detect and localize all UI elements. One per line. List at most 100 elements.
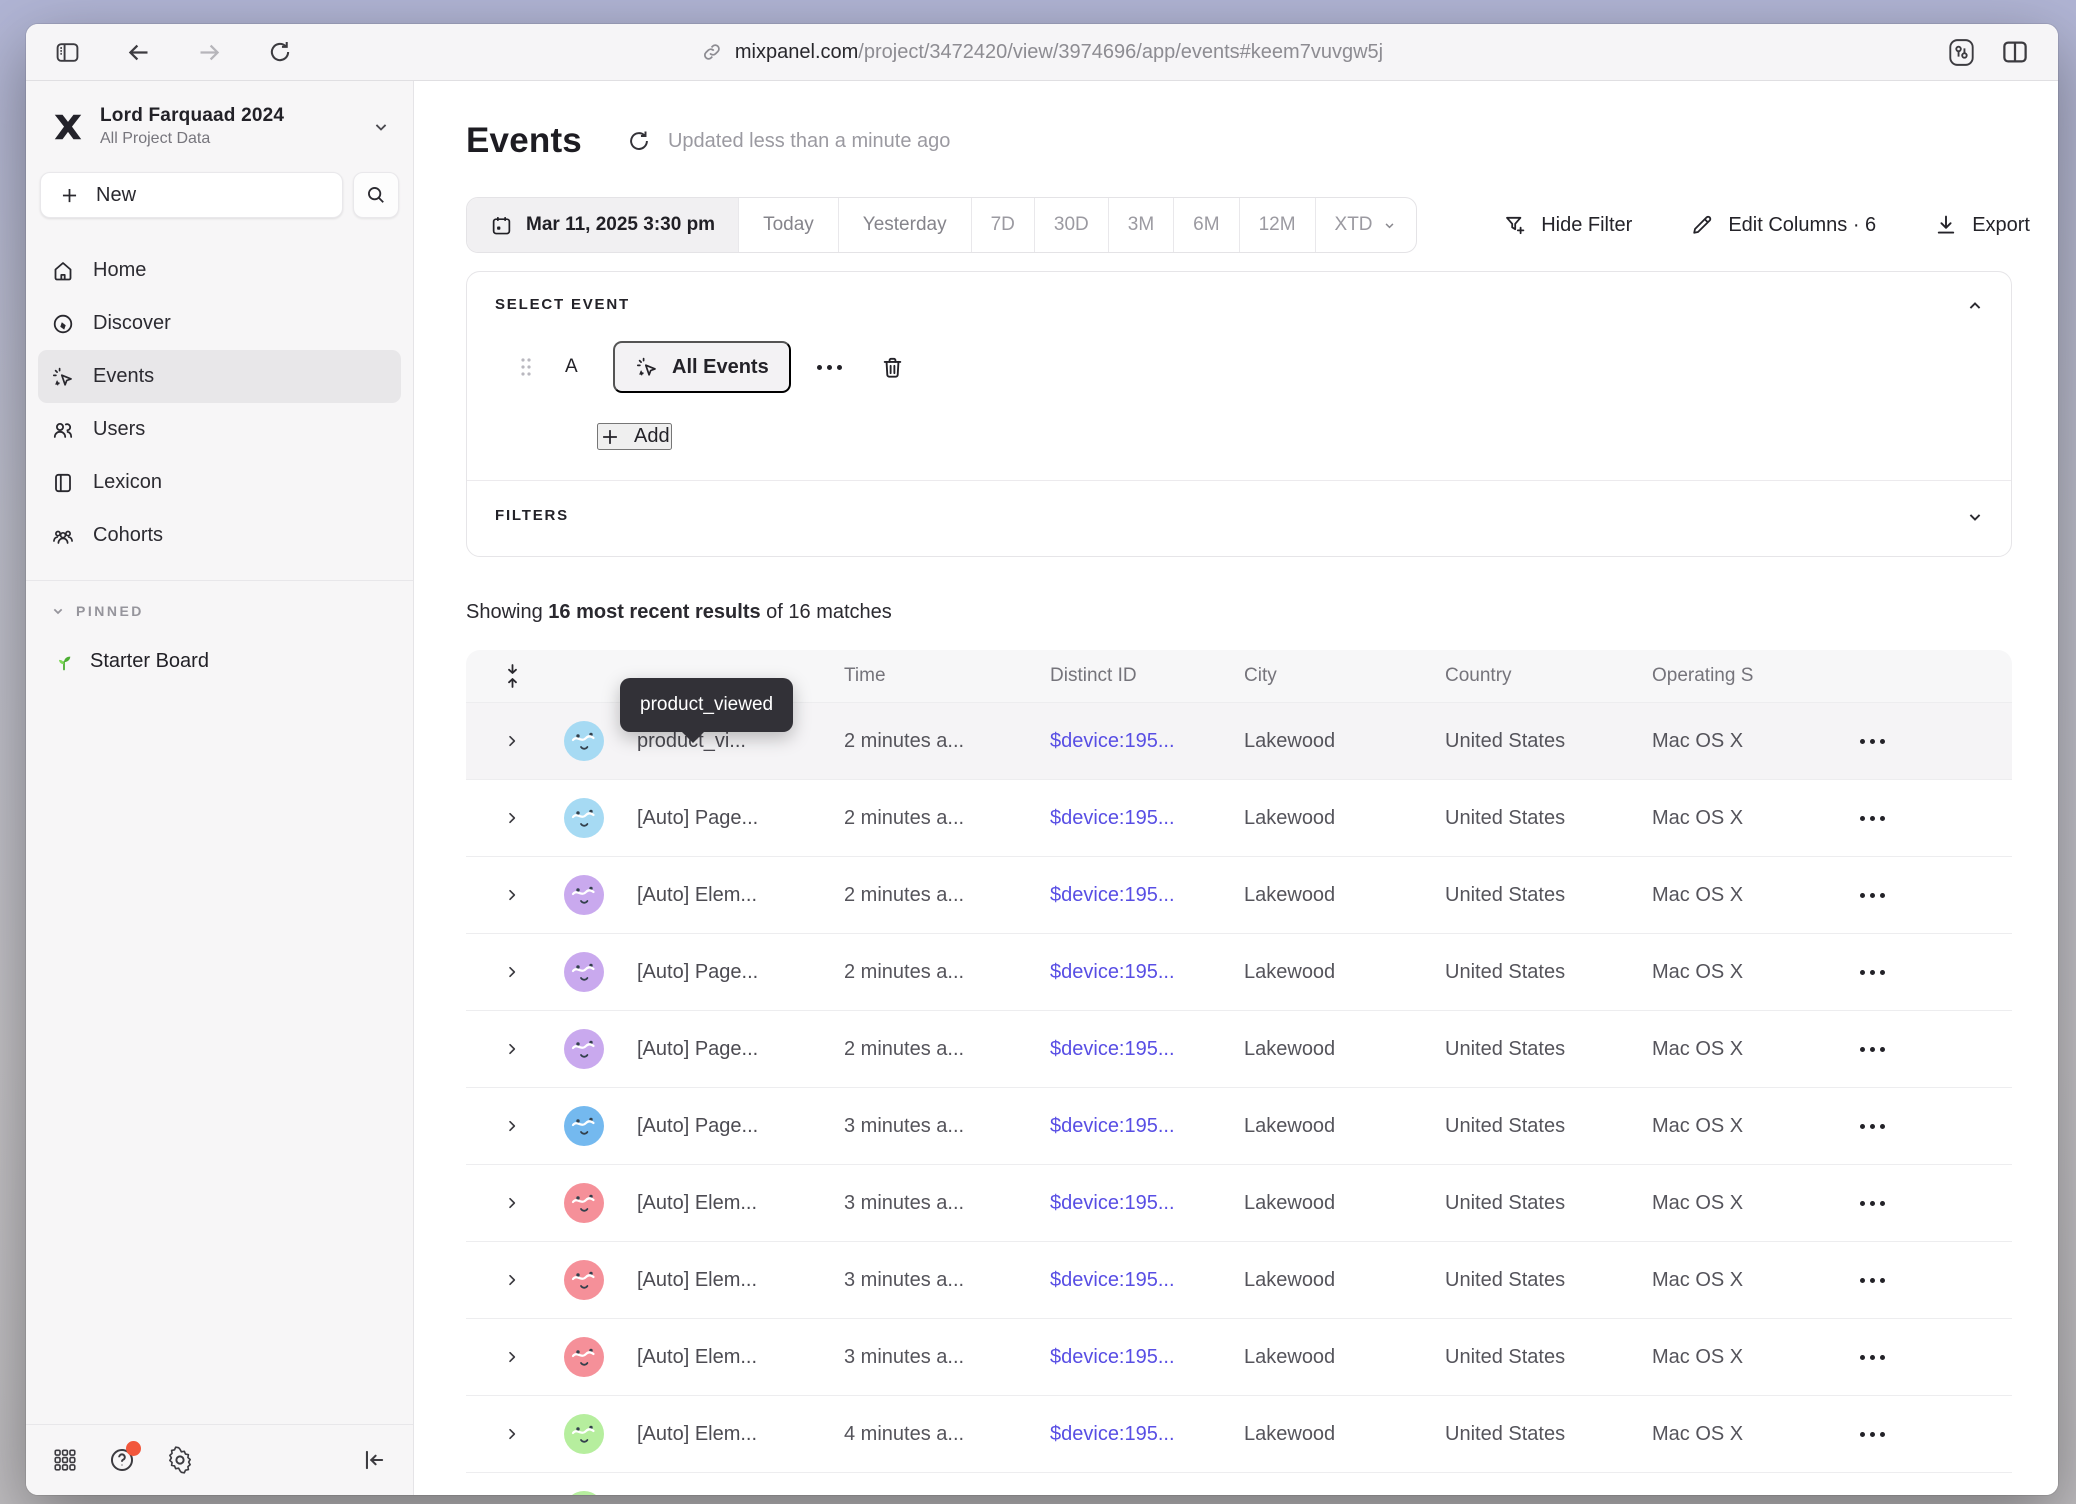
expand-row-icon[interactable]: [482, 1118, 542, 1134]
expand-row-icon[interactable]: [482, 1195, 542, 1211]
event-os: Mac OS X: [1626, 1423, 1812, 1446]
column-header-time[interactable]: Time: [818, 665, 1024, 687]
address-bar[interactable]: mixpanel.com/project/3472420/view/397469…: [701, 24, 1383, 80]
distinct-id-link[interactable]: $device:195...: [1024, 884, 1218, 907]
row-actions-icon[interactable]: [1812, 893, 1932, 898]
expand-row-icon[interactable]: [482, 1349, 542, 1365]
table-row[interactable]: [Auto] Elem... 3 minutes a... $device:19…: [466, 1164, 2012, 1241]
table-row[interactable]: [466, 1472, 2012, 1495]
reload-icon[interactable]: [267, 39, 293, 65]
settings-gear-icon[interactable]: [166, 1446, 194, 1474]
collapse-rows-icon[interactable]: [482, 663, 542, 689]
column-header-city[interactable]: City: [1218, 665, 1419, 687]
table-row[interactable]: [Auto] Elem... 3 minutes a... $device:19…: [466, 1241, 2012, 1318]
sidebar-item-events[interactable]: Events: [38, 350, 401, 403]
search-button[interactable]: [353, 172, 399, 218]
distinct-id-link[interactable]: $device:195...: [1024, 1038, 1218, 1061]
table-row[interactable]: [Auto] Elem... 4 minutes a... $device:19…: [466, 1395, 2012, 1472]
event-country: United States: [1419, 1423, 1626, 1446]
table-row[interactable]: [Auto] Page... 2 minutes a... $device:19…: [466, 933, 2012, 1010]
range-today[interactable]: Today: [739, 198, 839, 252]
trash-icon[interactable]: [880, 355, 905, 380]
row-actions-icon[interactable]: [1812, 1047, 1932, 1052]
expand-row-icon[interactable]: [482, 1426, 542, 1442]
event-name: [Auto] Elem...: [612, 1192, 818, 1215]
event-country: United States: [1419, 1192, 1626, 1215]
sidebar-item-cohorts[interactable]: Cohorts: [38, 509, 401, 562]
range-3m[interactable]: 3M: [1109, 198, 1174, 252]
expand-row-icon[interactable]: [482, 733, 542, 749]
row-actions-icon[interactable]: [1812, 1278, 1932, 1283]
range-6m[interactable]: 6M: [1174, 198, 1239, 252]
range-yesterday[interactable]: Yesterday: [839, 198, 972, 252]
distinct-id-link[interactable]: $device:195...: [1024, 807, 1218, 830]
row-actions-icon[interactable]: [1812, 816, 1932, 821]
export-button[interactable]: Export: [1934, 213, 2030, 237]
custom-date-segment[interactable]: Mar 11, 2025 3:30 pm: [467, 198, 739, 252]
sidebar-item-discover[interactable]: Discover: [38, 297, 401, 350]
expand-row-icon[interactable]: [482, 810, 542, 826]
distinct-id-link[interactable]: $device:195...: [1024, 730, 1218, 753]
range-30d[interactable]: 30D: [1035, 198, 1109, 252]
sidebar-item-home[interactable]: Home: [38, 244, 401, 297]
table-row[interactable]: [Auto] Elem... 3 minutes a... $device:19…: [466, 1318, 2012, 1395]
distinct-id-link[interactable]: $device:195...: [1024, 1269, 1218, 1292]
forward-icon[interactable]: [196, 39, 223, 66]
apps-grid-icon[interactable]: [52, 1447, 78, 1473]
collapse-sidebar-icon[interactable]: [361, 1447, 387, 1473]
chevron-up-icon[interactable]: [1965, 296, 1985, 316]
range-7d[interactable]: 7D: [972, 198, 1035, 252]
event-os: Mac OS X: [1626, 1115, 1812, 1138]
chevron-down-icon[interactable]: [1965, 507, 1985, 527]
add-label: Add: [634, 425, 670, 448]
table-row[interactable]: [Auto] Page... 2 minutes a... $device:19…: [466, 779, 2012, 856]
page-settings-icon[interactable]: [1945, 36, 1978, 69]
expand-row-icon[interactable]: [482, 887, 542, 903]
row-actions-icon[interactable]: [1812, 1201, 1932, 1206]
sidebar-toggle-icon[interactable]: [54, 39, 81, 66]
more-options-icon[interactable]: [817, 365, 842, 370]
distinct-id-link[interactable]: $device:195...: [1024, 1192, 1218, 1215]
refresh-icon[interactable]: [626, 128, 652, 154]
column-header-distinct-id[interactable]: Distinct ID: [1024, 665, 1218, 687]
expand-row-icon[interactable]: [482, 964, 542, 980]
add-event-button[interactable]: Add: [597, 423, 672, 450]
row-actions-icon[interactable]: [1812, 1355, 1932, 1360]
distinct-id-link[interactable]: $device:195...: [1024, 1423, 1218, 1446]
filters-section: FILTERS: [467, 481, 2011, 556]
row-actions-icon[interactable]: [1812, 739, 1932, 744]
event-time: 2 minutes a...: [818, 1038, 1024, 1061]
column-header-country[interactable]: Country: [1419, 665, 1626, 687]
sidebar-item-lexicon[interactable]: Lexicon: [38, 456, 401, 509]
event-country: United States: [1419, 961, 1626, 984]
expand-row-icon[interactable]: [482, 1041, 542, 1057]
distinct-id-link[interactable]: $device:195...: [1024, 961, 1218, 984]
back-icon[interactable]: [125, 39, 152, 66]
row-actions-icon[interactable]: [1812, 970, 1932, 975]
column-header-os[interactable]: Operating S: [1626, 665, 1812, 687]
sidebar-item-starter-board[interactable]: Starter Board: [26, 619, 413, 673]
row-actions-icon[interactable]: [1812, 1432, 1932, 1437]
row-actions-icon[interactable]: [1812, 1124, 1932, 1129]
new-button[interactable]: New: [40, 172, 343, 218]
event-selector-chip[interactable]: All Events: [613, 341, 791, 393]
calendar-icon: [490, 214, 513, 237]
sidebar-item-users[interactable]: Users: [38, 403, 401, 456]
drag-handle-icon[interactable]: [519, 356, 533, 378]
distinct-id-link[interactable]: $device:195...: [1024, 1346, 1218, 1369]
distinct-id-link[interactable]: $device:195...: [1024, 1115, 1218, 1138]
project-switcher[interactable]: Lord Farquaad 2024 All Project Data: [26, 81, 413, 166]
range-xtd[interactable]: XTD: [1316, 198, 1416, 252]
pinned-section-header[interactable]: PINNED: [26, 581, 413, 619]
hide-filter-button[interactable]: Hide Filter: [1503, 213, 1632, 237]
event-country: United States: [1419, 1269, 1626, 1292]
edit-columns-button[interactable]: Edit Columns · 6: [1690, 213, 1876, 237]
expand-row-icon[interactable]: [482, 1272, 542, 1288]
events-cursor-icon: [635, 355, 659, 379]
browser-toolbar: mixpanel.com/project/3472420/view/397469…: [26, 24, 2058, 81]
split-view-icon[interactable]: [2000, 37, 2030, 67]
table-row[interactable]: [Auto] Page... 3 minutes a... $device:19…: [466, 1087, 2012, 1164]
table-row[interactable]: [Auto] Elem... 2 minutes a... $device:19…: [466, 856, 2012, 933]
range-12m[interactable]: 12M: [1240, 198, 1316, 252]
table-row[interactable]: [Auto] Page... 2 minutes a... $device:19…: [466, 1010, 2012, 1087]
